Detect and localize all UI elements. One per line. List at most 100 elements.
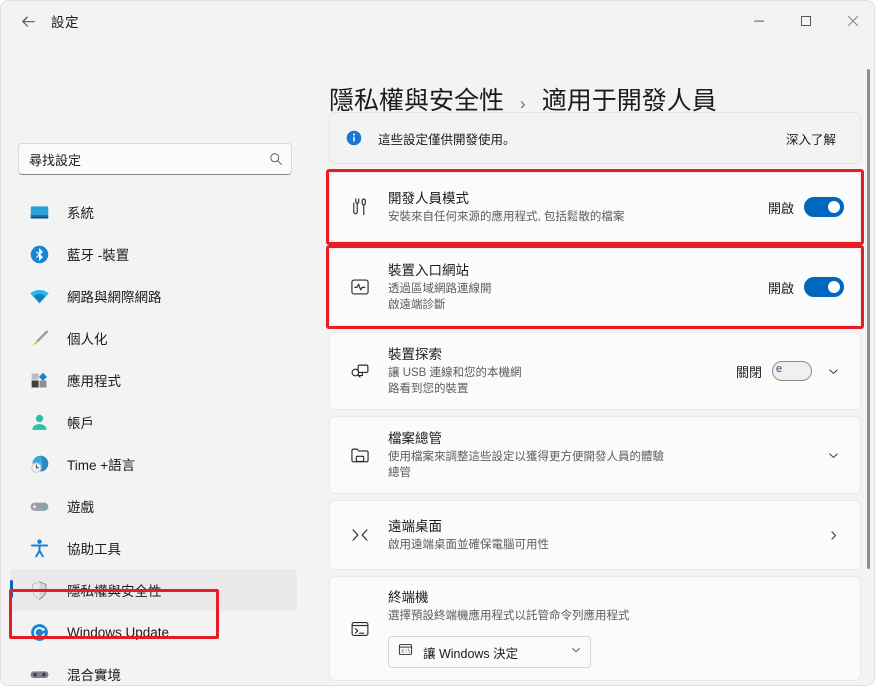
minimize-button[interactable] <box>735 1 782 41</box>
card-controls <box>822 529 844 542</box>
card-controls: 開啟 <box>768 277 844 297</box>
card-subtitle: 安裝來自任何來源的應用程式, 包括鬆散的檔案 <box>388 210 625 223</box>
back-button[interactable] <box>11 6 45 36</box>
card-title: 終端機 <box>388 590 429 605</box>
card-subtitle: 使用檔案來調整這些設定以獲得更方便開發人員的體驗 總管 <box>388 450 664 479</box>
card-title: 檔案總管 <box>388 430 442 446</box>
sidebar-item-accounts[interactable]: 帳戶 <box>10 401 297 443</box>
minimize-icon <box>753 20 764 22</box>
mixed-reality-headset-icon <box>27 662 51 685</box>
card-device-discovery: 裝置探索 讓 USB 連線和您的本機網 路看到您的裝置 關閉 e <box>329 332 861 410</box>
settings-card-list: 這些設定僅供開發使用。 深入了解 開發人員模式 安裝來自任何來源的應用程式, 包… <box>326 112 864 685</box>
sidebar-item-label: 藍牙 -裝置 <box>67 248 130 263</box>
title-bar: 設定 <box>1 1 874 41</box>
paintbrush-icon <box>27 326 51 350</box>
card-subtitle: 選擇預設終端機應用程式以託管命令列應用程式 <box>388 610 630 622</box>
sidebar-item-label: 帳戶 <box>67 416 94 431</box>
card-subtitle: 啟用遠端桌面並確保電腦可用性 <box>388 538 549 551</box>
account-person-icon <box>27 410 51 434</box>
bluetooth-icon <box>27 242 51 266</box>
content-pane: 隱私權與安全性 › 適用于開發人員 這些設定僅供開發使用。 深入了解 開發人員模… <box>321 41 874 685</box>
card-title: 裝置入口網站 <box>388 262 469 278</box>
card-text: 終端機 選擇預設終端機應用程式以託管命令列應用程式 c:\ 讓 Windows … <box>374 589 844 668</box>
card-terminal: 終端機 選擇預設終端機應用程式以託管命令列應用程式 c:\ 讓 Windows … <box>329 576 861 681</box>
developer-mode-toggle[interactable] <box>804 197 844 217</box>
remote-desktop-chevrons-icon <box>346 524 374 546</box>
card-text: 裝置入口網站 透過區域網路連線開 啟遠端診斷 <box>374 262 768 313</box>
sidebar-item-label: 遊戲 <box>67 500 94 515</box>
time-language-icon <box>27 452 51 476</box>
terminal-prompt-icon <box>346 618 374 640</box>
shield-icon <box>27 578 51 602</box>
sidebar-item-label: 網路與網際網路 <box>67 290 162 305</box>
wifi-icon <box>27 284 51 308</box>
search-icon <box>261 152 291 166</box>
search-input[interactable] <box>19 151 261 167</box>
card-developer-mode: 開發人員模式 安裝來自任何來源的應用程式, 包括鬆散的檔案 開啟 <box>326 169 864 245</box>
sidebar-item-label: Time +語言 <box>67 458 136 473</box>
sidebar-item-bluetooth-devices[interactable]: 藍牙 -裝置 <box>10 233 297 275</box>
back-arrow-icon <box>21 15 35 27</box>
card-controls <box>822 449 844 462</box>
chevron-right-icon: › <box>520 94 526 113</box>
pulse-monitor-icon <box>346 276 374 298</box>
maximize-button[interactable] <box>782 1 829 41</box>
sidebar: 系統 藍牙 -裝置 <box>1 41 321 685</box>
toggle-state-label: 關閉 <box>735 364 762 380</box>
card-remote-desktop[interactable]: 遠端桌面 啟用遠端桌面並確保電腦可用性 <box>329 500 861 570</box>
toggle-off-glyph: e <box>776 363 783 375</box>
card-subtitle: 透過區域網路連線開 啟遠端診斷 <box>388 282 492 311</box>
window-title: 設定 <box>51 15 79 30</box>
sidebar-item-label: 個人化 <box>67 332 108 347</box>
system-monitor-icon <box>27 200 51 224</box>
learn-more-link[interactable]: 深入了解 <box>786 129 836 148</box>
card-controls: 開啟 <box>768 197 844 217</box>
chevron-down-icon <box>570 643 582 661</box>
sidebar-item-apps[interactable]: 應用程式 <box>10 359 297 401</box>
toggle-state-label: 開啟 <box>767 200 794 216</box>
device-discovery-toggle[interactable]: e <box>772 361 812 381</box>
sidebar-item-time-language[interactable]: Time +語言 <box>10 443 297 485</box>
sidebar-item-label: 隱私權與安全性 <box>67 584 162 599</box>
sidebar-nav-list: 系統 藍牙 -裝置 網路與網際網路 個人化 應用程式 帳戶 Time +語言 遊… <box>1 191 321 685</box>
sidebar-item-label: 系統 <box>67 206 94 221</box>
device-portal-toggle[interactable] <box>804 277 844 297</box>
sidebar-item-gaming[interactable]: 遊戲 <box>10 485 297 527</box>
vertical-scrollbar[interactable] <box>867 69 870 569</box>
console-cmd-icon: c:\ <box>397 641 414 663</box>
sidebar-item-privacy-security[interactable]: 隱私權與安全性 <box>10 569 297 611</box>
sidebar-item-mixed-reality[interactable]: 混合實境 <box>10 653 297 685</box>
search-box[interactable] <box>18 143 292 175</box>
gamepad-icon <box>27 494 51 518</box>
terminal-dropdown-value: 讓 Windows 決定 <box>423 646 519 661</box>
accessibility-icon <box>27 536 51 560</box>
window-controls <box>735 1 874 41</box>
card-subtitle: 讓 USB 連線和您的本機網 路看到您的裝置 <box>388 366 522 395</box>
info-banner-text: 這些設定僅供開發使用。 <box>378 132 516 147</box>
sidebar-item-personalization[interactable]: 個人化 <box>10 317 297 359</box>
close-icon <box>847 15 858 27</box>
terminal-card-inner: 終端機 選擇預設終端機應用程式以託管命令列應用程式 c:\ 讓 Windows … <box>346 589 844 668</box>
chevron-right-icon[interactable] <box>822 529 844 542</box>
card-file-explorer[interactable]: 檔案總管 使用檔案來調整這些設定以獲得更方便開發人員的體驗 總管 <box>329 416 861 494</box>
card-device-portal: 裝置入口網站 透過區域網路連線開 啟遠端診斷 開啟 <box>326 245 864 329</box>
scrollbar-track[interactable] <box>866 51 874 685</box>
chevron-down-icon[interactable] <box>822 449 844 462</box>
settings-window: 設定 尋找設定 系統 藍牙 -裝置 網路與網際網路 個人化 應用程式 帳戶 Ti… <box>0 0 875 686</box>
sidebar-item-accessibility[interactable]: 協助工具 <box>10 527 297 569</box>
toggle-state-label: 開啟 <box>767 280 794 296</box>
terminal-default-dropdown[interactable]: c:\ 讓 Windows 決定 <box>388 636 591 668</box>
chevron-down-icon[interactable] <box>822 365 844 378</box>
device-search-icon <box>346 360 374 382</box>
folder-icon <box>346 444 374 466</box>
close-button[interactable] <box>829 1 874 41</box>
card-text: 開發人員模式 安裝來自任何來源的應用程式, 包括鬆散的檔案 <box>374 190 768 225</box>
info-banner: 這些設定僅供開發使用。 深入了解 <box>329 112 861 164</box>
sidebar-item-label: Windows Update <box>67 624 170 640</box>
sidebar-item-network-internet[interactable]: 網路與網際網路 <box>10 275 297 317</box>
svg-text:c:\: c:\ <box>401 649 410 655</box>
sidebar-item-windows-update[interactable]: Windows Update <box>10 611 297 653</box>
tools-wrench-screwdriver-icon <box>346 196 374 218</box>
sidebar-item-system[interactable]: 系統 <box>10 191 297 233</box>
sidebar-item-label: 混合實境 <box>67 668 121 683</box>
